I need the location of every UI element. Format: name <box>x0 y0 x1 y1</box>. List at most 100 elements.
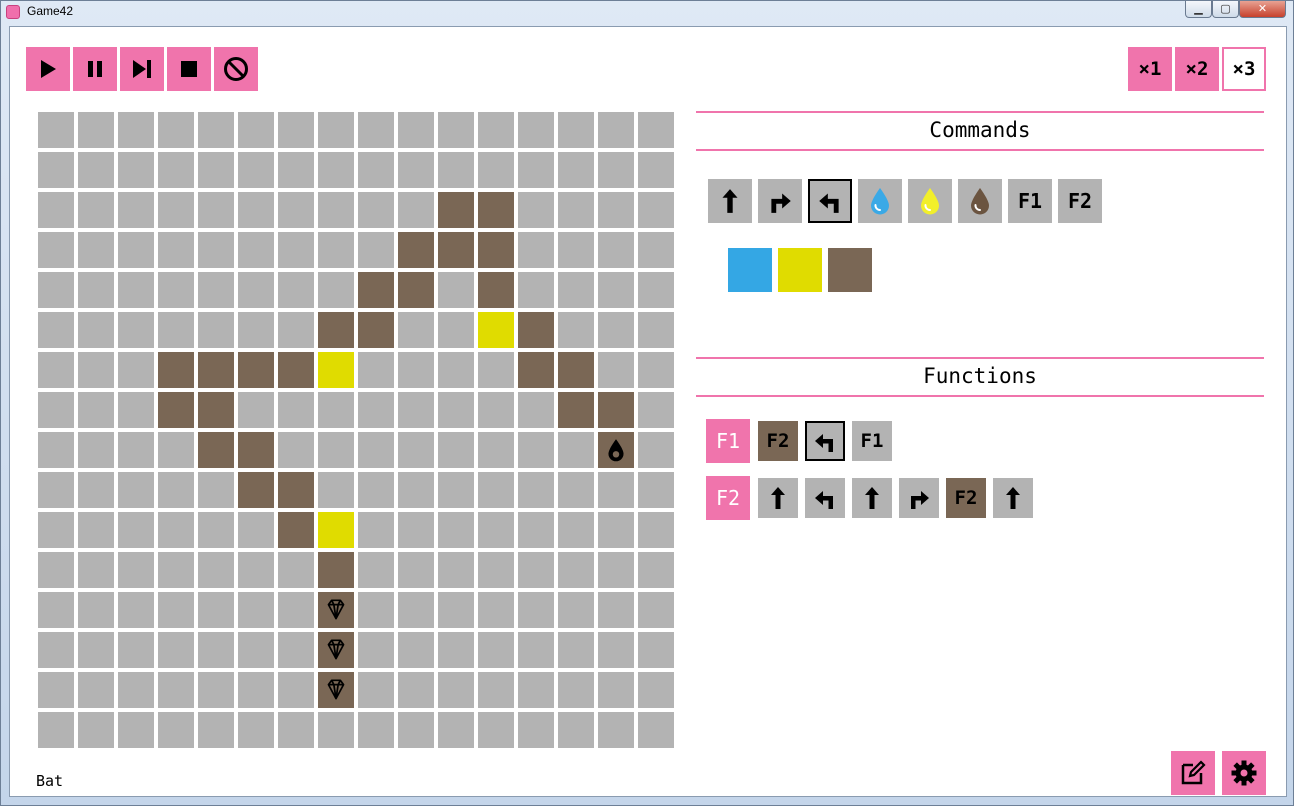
board-cell <box>118 592 154 628</box>
board-cell <box>558 672 594 708</box>
board-cell <box>318 632 354 668</box>
board-cell <box>358 592 394 628</box>
board-cell <box>158 552 194 588</box>
board-cell <box>518 192 554 228</box>
board-cell <box>398 632 434 668</box>
commands-heading: Commands <box>929 118 1031 142</box>
board-cell <box>518 152 554 188</box>
board-cell <box>78 432 114 468</box>
play-button[interactable] <box>26 47 70 91</box>
robot-drop-icon <box>608 439 624 462</box>
cmd-f2[interactable]: F2 <box>1058 179 1102 223</box>
app-window: Game42 ▁ ▢ ✕ ×1 ×2 ×3 Commands F1 F2 Fun… <box>0 0 1294 806</box>
window-title: Game42 <box>27 4 74 18</box>
settings-button[interactable] <box>1222 751 1266 795</box>
board-cell <box>198 352 234 388</box>
function-slot[interactable] <box>852 478 892 518</box>
turn-right-icon <box>911 491 929 509</box>
board-cell <box>598 432 634 468</box>
board-cell <box>238 592 274 628</box>
maximize-button[interactable]: ▢ <box>1212 1 1239 18</box>
board-cell <box>238 472 274 508</box>
stop-icon <box>181 61 197 77</box>
function-slot[interactable] <box>805 421 845 461</box>
board-cell <box>278 392 314 428</box>
board-cell <box>398 352 434 388</box>
board-cell <box>38 192 74 228</box>
board-cell <box>118 192 154 228</box>
function-slot[interactable] <box>899 478 939 518</box>
board-cell <box>438 512 474 548</box>
board-cell <box>318 112 354 148</box>
board-cell <box>78 712 114 748</box>
board-cell <box>38 712 74 748</box>
condition-yellow[interactable] <box>778 248 822 292</box>
clear-button[interactable] <box>214 47 258 91</box>
minimize-button[interactable]: ▁ <box>1185 1 1212 18</box>
close-button[interactable]: ✕ <box>1239 1 1286 18</box>
speed-x2-button[interactable]: ×2 <box>1175 47 1219 91</box>
board-cell <box>318 392 354 428</box>
board-cell <box>318 152 354 188</box>
board-cell <box>38 472 74 508</box>
board-cell <box>158 232 194 268</box>
board-cell <box>318 672 354 708</box>
board-cell <box>638 312 674 348</box>
board-cell <box>198 392 234 428</box>
cmd-paint-yellow[interactable] <box>908 179 952 223</box>
step-forward-icon <box>133 60 151 78</box>
condition-brown[interactable] <box>828 248 872 292</box>
board-cell <box>398 592 434 628</box>
function-slot[interactable]: F1 <box>852 421 892 461</box>
board-cell <box>438 632 474 668</box>
board-cell <box>278 312 314 348</box>
pause-icon <box>88 61 102 77</box>
function-slot[interactable] <box>805 478 845 518</box>
board-cell <box>478 152 514 188</box>
board-cell <box>358 312 394 348</box>
board-cell <box>318 592 354 628</box>
function-label-f2[interactable]: F2 <box>706 476 750 520</box>
cmd-f1[interactable]: F1 <box>1008 179 1052 223</box>
stop-button[interactable] <box>167 47 211 91</box>
edit-button[interactable] <box>1171 751 1215 795</box>
pause-button[interactable] <box>73 47 117 91</box>
board-cell <box>238 552 274 588</box>
board-cell <box>638 432 674 468</box>
board-cell <box>78 272 114 308</box>
condition-blue[interactable] <box>728 248 772 292</box>
speed-x1-button[interactable]: ×1 <box>1128 47 1172 91</box>
board-cell <box>278 112 314 148</box>
board-cell <box>78 472 114 508</box>
board-cell <box>38 592 74 628</box>
board-cell <box>318 552 354 588</box>
app-icon <box>6 5 20 19</box>
function-label-f1[interactable]: F1 <box>706 419 750 463</box>
cmd-turn-right[interactable] <box>758 179 802 223</box>
cmd-paint-blue[interactable] <box>858 179 902 223</box>
board-cell <box>278 152 314 188</box>
board-cell <box>198 472 234 508</box>
board-cell <box>198 592 234 628</box>
function-slot[interactable]: F2 <box>758 421 798 461</box>
play-icon <box>41 60 56 78</box>
cmd-paint-brown[interactable] <box>958 179 1002 223</box>
board-cell <box>78 512 114 548</box>
board-cell <box>278 272 314 308</box>
board-cell <box>638 232 674 268</box>
board-cell <box>318 192 354 228</box>
speed-x3-button[interactable]: ×3 <box>1222 47 1266 91</box>
turn-right-icon <box>771 193 791 213</box>
board-cell <box>78 192 114 228</box>
function-slot[interactable] <box>993 478 1033 518</box>
step-button[interactable] <box>120 47 164 91</box>
board-cell <box>318 512 354 548</box>
function-slot[interactable] <box>758 478 798 518</box>
function-slot[interactable]: F2 <box>946 478 986 518</box>
cmd-turn-left[interactable] <box>808 179 852 223</box>
cmd-forward[interactable] <box>708 179 752 223</box>
board-cell <box>358 672 394 708</box>
board-cell <box>518 632 554 668</box>
board-cell <box>358 432 394 468</box>
board-cell <box>478 672 514 708</box>
